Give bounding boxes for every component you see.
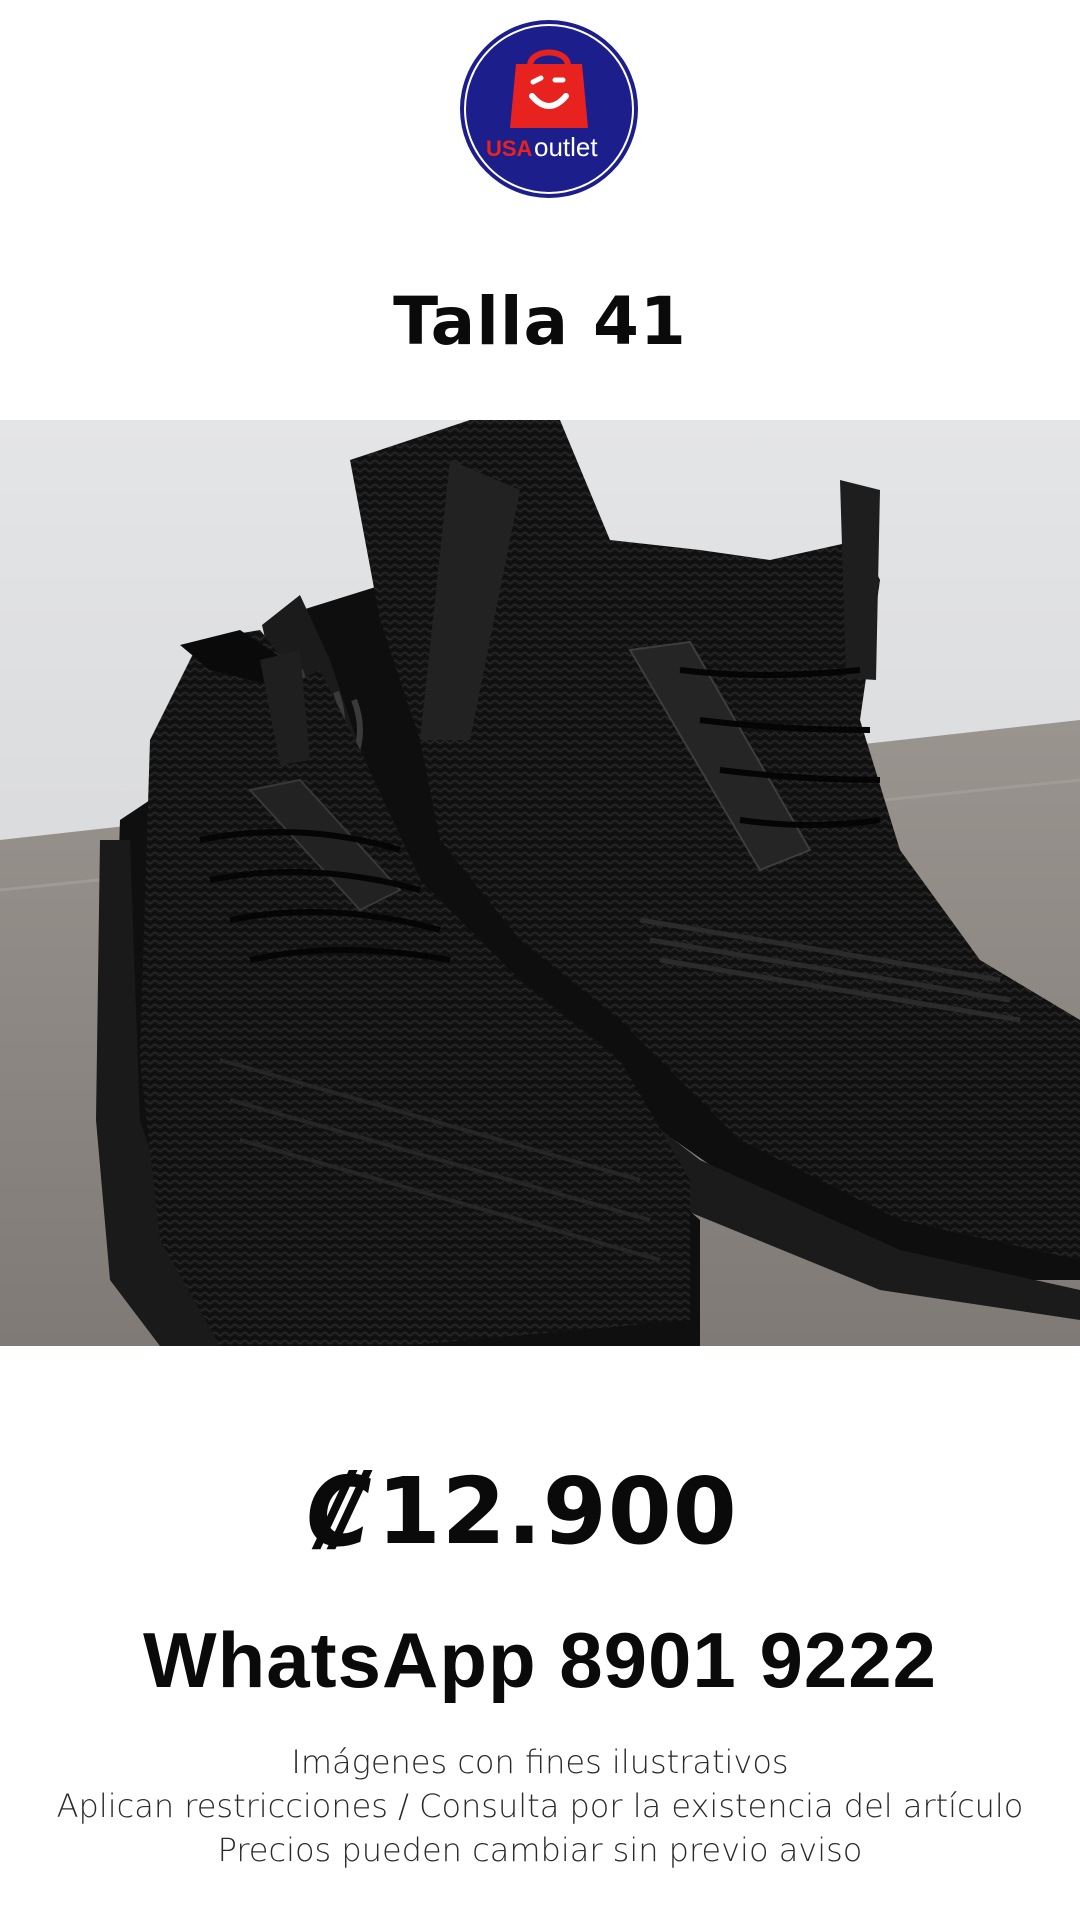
svg-text:USA: USA — [486, 136, 533, 161]
product-photo — [0, 420, 1080, 1346]
colon-currency-symbol: ₡ — [306, 1456, 373, 1568]
disclaimer-line-prices: Precios pueden cambiar sin previo aviso — [217, 1831, 863, 1869]
price-amount: 12.900 — [376, 1458, 738, 1565]
disclaimer: Imágenes con fines ilustrativos Aplican … — [0, 1740, 1080, 1872]
whatsapp-contact: WhatsApp 8901 9222 — [142, 1616, 937, 1704]
svg-text:outlet: outlet — [534, 132, 598, 162]
disclaimer-line-illustrative: Imágenes con fines ilustrativos — [291, 1743, 789, 1781]
product-post: USA outlet Talla 41 ₡ 12.900 WhatsApp 89… — [0, 0, 1080, 1920]
black-knit-sneakers-photo — [0, 420, 1080, 1346]
price: ₡ 12.900 — [306, 1452, 738, 1572]
disclaimer-line-restrictions: Aplican restricciones / Consulta por la … — [56, 1787, 1024, 1825]
shopping-bag-icon: USA outlet — [460, 20, 638, 198]
size-title: Talla 41 — [393, 283, 687, 360]
usa-outlet-logo: USA outlet — [458, 18, 640, 200]
